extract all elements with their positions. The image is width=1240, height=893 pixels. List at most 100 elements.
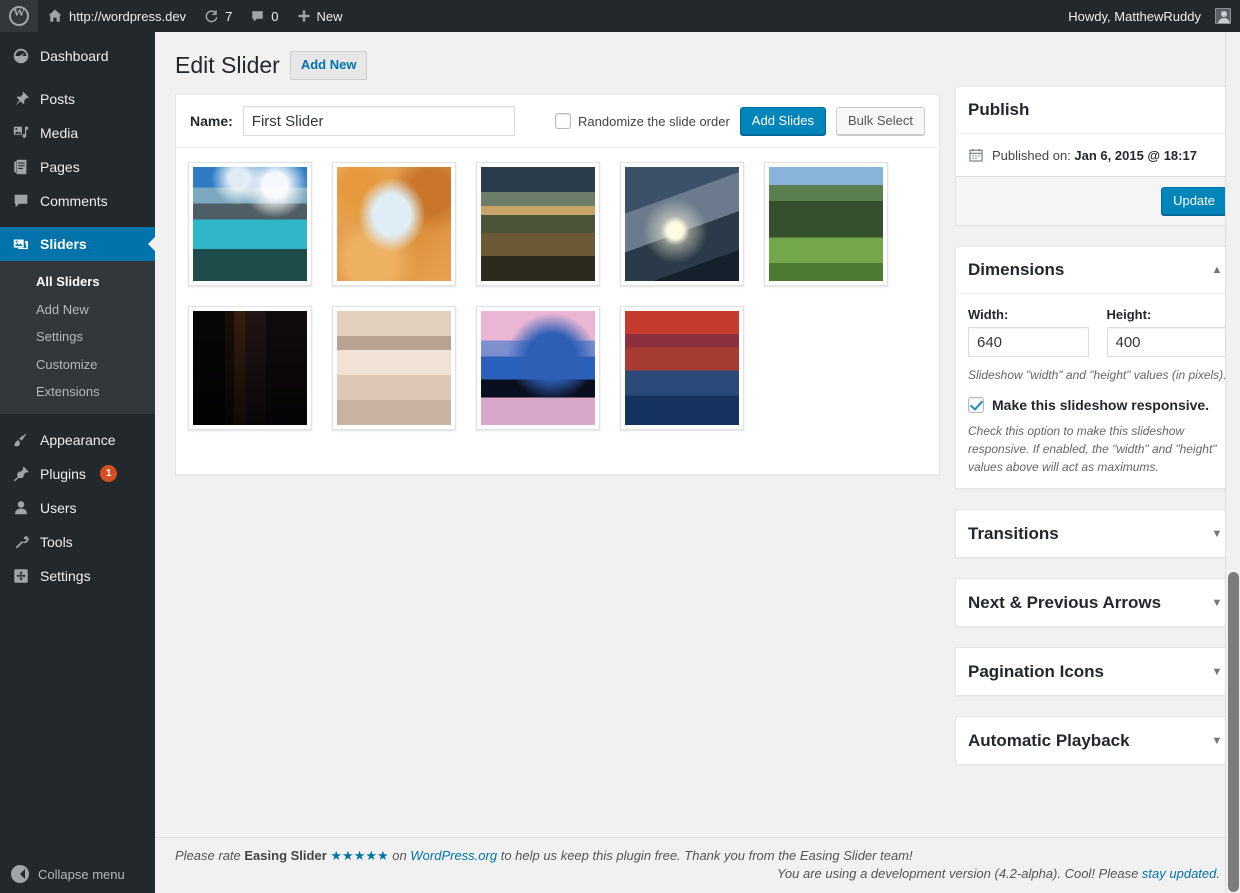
chevron-up-icon[interactable]: ▲ bbox=[1207, 260, 1227, 280]
comments-count: 0 bbox=[271, 8, 279, 24]
sidebar-divider bbox=[0, 218, 155, 227]
sidebar-item-media[interactable]: Media bbox=[0, 116, 155, 150]
add-slides-button[interactable]: Add Slides bbox=[739, 107, 826, 135]
submenu-item-customize[interactable]: Customize bbox=[0, 351, 155, 379]
comment-icon bbox=[11, 191, 31, 211]
slide-item[interactable] bbox=[476, 306, 600, 430]
submenu-item-settings[interactable]: Settings bbox=[0, 323, 155, 351]
sidebar-item-sliders[interactable]: Sliders bbox=[0, 227, 155, 261]
sidebar-item-posts[interactable]: Posts bbox=[0, 82, 155, 116]
slider-name-input[interactable] bbox=[242, 106, 515, 136]
pages-icon bbox=[11, 157, 31, 177]
slide-item[interactable] bbox=[476, 162, 600, 286]
height-input[interactable] bbox=[1106, 327, 1227, 357]
randomize-checkbox[interactable] bbox=[555, 113, 572, 129]
rate-suffix: to help us keep this plugin free. Thank … bbox=[500, 848, 913, 863]
dimensions-box: Dimensions ▲ Width: Height: Sl bbox=[955, 246, 1240, 489]
next-previous-arrows-box-header[interactable]: Next & Previous Arrows ▼ bbox=[956, 579, 1239, 626]
automatic-playback-box-header[interactable]: Automatic Playback ▼ bbox=[956, 717, 1239, 764]
wrench-icon bbox=[11, 532, 31, 552]
site-name-link[interactable]: http://wordpress.dev bbox=[38, 0, 195, 32]
stay-updated-link[interactable]: stay updated bbox=[1142, 866, 1216, 881]
sidebar-item-users[interactable]: Users bbox=[0, 491, 155, 525]
responsive-row[interactable]: Make this slideshow responsive. bbox=[968, 397, 1227, 413]
my-account-menu[interactable]: Howdy, MatthewRuddy bbox=[1059, 0, 1240, 32]
transitions-box-header[interactable]: Transitions ▼ bbox=[956, 510, 1239, 557]
add-new-button[interactable]: Add New bbox=[289, 51, 368, 80]
transitions-title: Transitions bbox=[968, 523, 1059, 543]
collapse-menu-button[interactable]: Collapse menu bbox=[0, 855, 155, 893]
slide-item[interactable] bbox=[764, 162, 888, 286]
calendar-icon bbox=[968, 147, 984, 163]
slide-item[interactable] bbox=[332, 306, 456, 430]
dimension-fields: Width: Height: bbox=[968, 307, 1227, 357]
slide-item[interactable] bbox=[188, 162, 312, 286]
sliders-icon bbox=[11, 234, 31, 254]
randomize-row[interactable]: Randomize the slide order bbox=[555, 113, 730, 129]
automatic-playback-box: Automatic Playback ▼ bbox=[955, 716, 1240, 765]
user-icon bbox=[11, 498, 31, 518]
transitions-box: Transitions ▼ bbox=[955, 509, 1240, 558]
page-title: Edit Slider bbox=[175, 52, 280, 78]
dimensions-title: Dimensions bbox=[968, 260, 1065, 279]
wp-logo-menu[interactable] bbox=[0, 0, 38, 32]
media-icon bbox=[11, 123, 31, 143]
width-input[interactable] bbox=[968, 327, 1089, 357]
scrollbar-thumb[interactable] bbox=[1228, 572, 1239, 892]
sidebar-item-label: Dashboard bbox=[40, 48, 109, 64]
randomize-label: Randomize the slide order bbox=[578, 113, 730, 129]
plus-icon bbox=[297, 9, 311, 23]
plugins-update-badge: 1 bbox=[99, 465, 118, 483]
sliders-submenu: All Sliders Add New Settings Customize E… bbox=[0, 261, 155, 414]
on-text: on bbox=[392, 848, 407, 863]
submenu-item-add-new[interactable]: Add New bbox=[0, 296, 155, 324]
slide-item[interactable] bbox=[188, 306, 312, 430]
bulk-select-button[interactable]: Bulk Select bbox=[835, 107, 925, 135]
slide-thumbnail bbox=[193, 311, 307, 425]
sidebar-item-label: Comments bbox=[40, 193, 108, 209]
slide-item[interactable] bbox=[332, 162, 456, 286]
slider-toolbar: Name: Randomize the slide order Add Slid… bbox=[176, 95, 939, 148]
avatar bbox=[1215, 8, 1231, 24]
responsive-checkbox[interactable] bbox=[968, 397, 984, 413]
sidebar-item-plugins[interactable]: Plugins 1 bbox=[0, 457, 155, 491]
submenu-item-extensions[interactable]: Extensions bbox=[0, 378, 155, 406]
slide-thumbnail bbox=[481, 167, 595, 281]
sidebar-item-dashboard[interactable]: Dashboard bbox=[0, 39, 155, 73]
dimensions-box-header[interactable]: Dimensions ▲ bbox=[956, 247, 1239, 294]
chevron-down-icon[interactable]: ▼ bbox=[1207, 731, 1227, 751]
chevron-down-icon[interactable]: ▼ bbox=[1207, 524, 1227, 544]
slide-thumbnail bbox=[337, 311, 451, 425]
wordpress-org-link[interactable]: WordPress.org bbox=[410, 848, 497, 863]
sidebar-item-tools[interactable]: Tools bbox=[0, 525, 155, 559]
width-label: Width: bbox=[968, 307, 1009, 322]
sidebar-item-settings[interactable]: Settings bbox=[0, 559, 155, 593]
update-button[interactable]: Update bbox=[1161, 187, 1227, 215]
chevron-down-icon[interactable]: ▼ bbox=[1207, 593, 1227, 613]
updates-link[interactable]: 7 bbox=[195, 0, 241, 32]
slide-item[interactable] bbox=[620, 162, 744, 286]
comments-link[interactable]: 0 bbox=[241, 0, 287, 32]
page-scrollbar[interactable] bbox=[1225, 32, 1240, 893]
name-label: Name: bbox=[190, 113, 233, 129]
slide-item[interactable] bbox=[620, 306, 744, 430]
collapse-menu-label: Collapse menu bbox=[38, 866, 125, 882]
sidebar-item-label: Plugins bbox=[40, 465, 86, 482]
responsive-label: Make this slideshow responsive. bbox=[992, 397, 1210, 413]
plug-icon bbox=[11, 464, 31, 484]
new-content-menu[interactable]: New bbox=[288, 0, 352, 32]
next-previous-arrows-title: Next & Previous Arrows bbox=[968, 592, 1162, 612]
published-date: Jan 6, 2015 @ 18:17 bbox=[1074, 147, 1197, 163]
updates-count: 7 bbox=[225, 8, 233, 24]
sidebar-item-comments[interactable]: Comments bbox=[0, 184, 155, 218]
rating-stars[interactable]: ★★★★★ bbox=[330, 848, 388, 863]
published-on-row: Published on: Jan 6, 2015 @ 18:17 bbox=[956, 134, 1239, 176]
chevron-down-icon[interactable]: ▼ bbox=[1207, 662, 1227, 682]
sidebar-item-appearance[interactable]: Appearance bbox=[0, 423, 155, 457]
sidebar-item-pages[interactable]: Pages bbox=[0, 150, 155, 184]
submenu-item-all-sliders[interactable]: All Sliders bbox=[0, 268, 155, 296]
footer-version-text: You are using a development version (4.2… bbox=[175, 866, 1220, 881]
main-content: Edit Slider Add New Publish Published on… bbox=[155, 32, 1240, 893]
width-field-group: Width: bbox=[968, 307, 1089, 357]
pagination-icons-box-header[interactable]: Pagination Icons ▼ bbox=[956, 648, 1239, 695]
